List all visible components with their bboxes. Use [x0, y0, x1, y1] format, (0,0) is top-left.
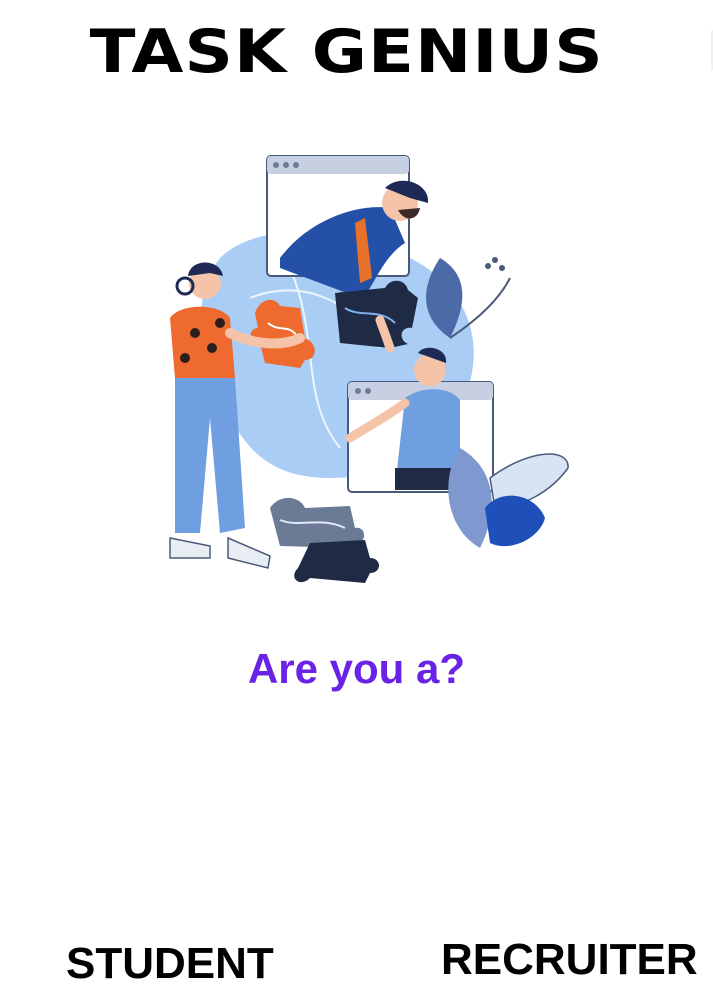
ground-puzzle-pieces: [270, 497, 379, 583]
app-title: TASK GENIUS: [89, 17, 604, 87]
recruiter-button[interactable]: RECRUITER: [441, 938, 698, 982]
role-question: Are you a?: [247, 645, 466, 692]
team-puzzle-illustration: [169, 155, 569, 583]
leaf-decoration-top: [426, 257, 511, 339]
student-button[interactable]: STUDENT: [66, 942, 274, 986]
leaf-decoration-bottom: [448, 448, 569, 548]
